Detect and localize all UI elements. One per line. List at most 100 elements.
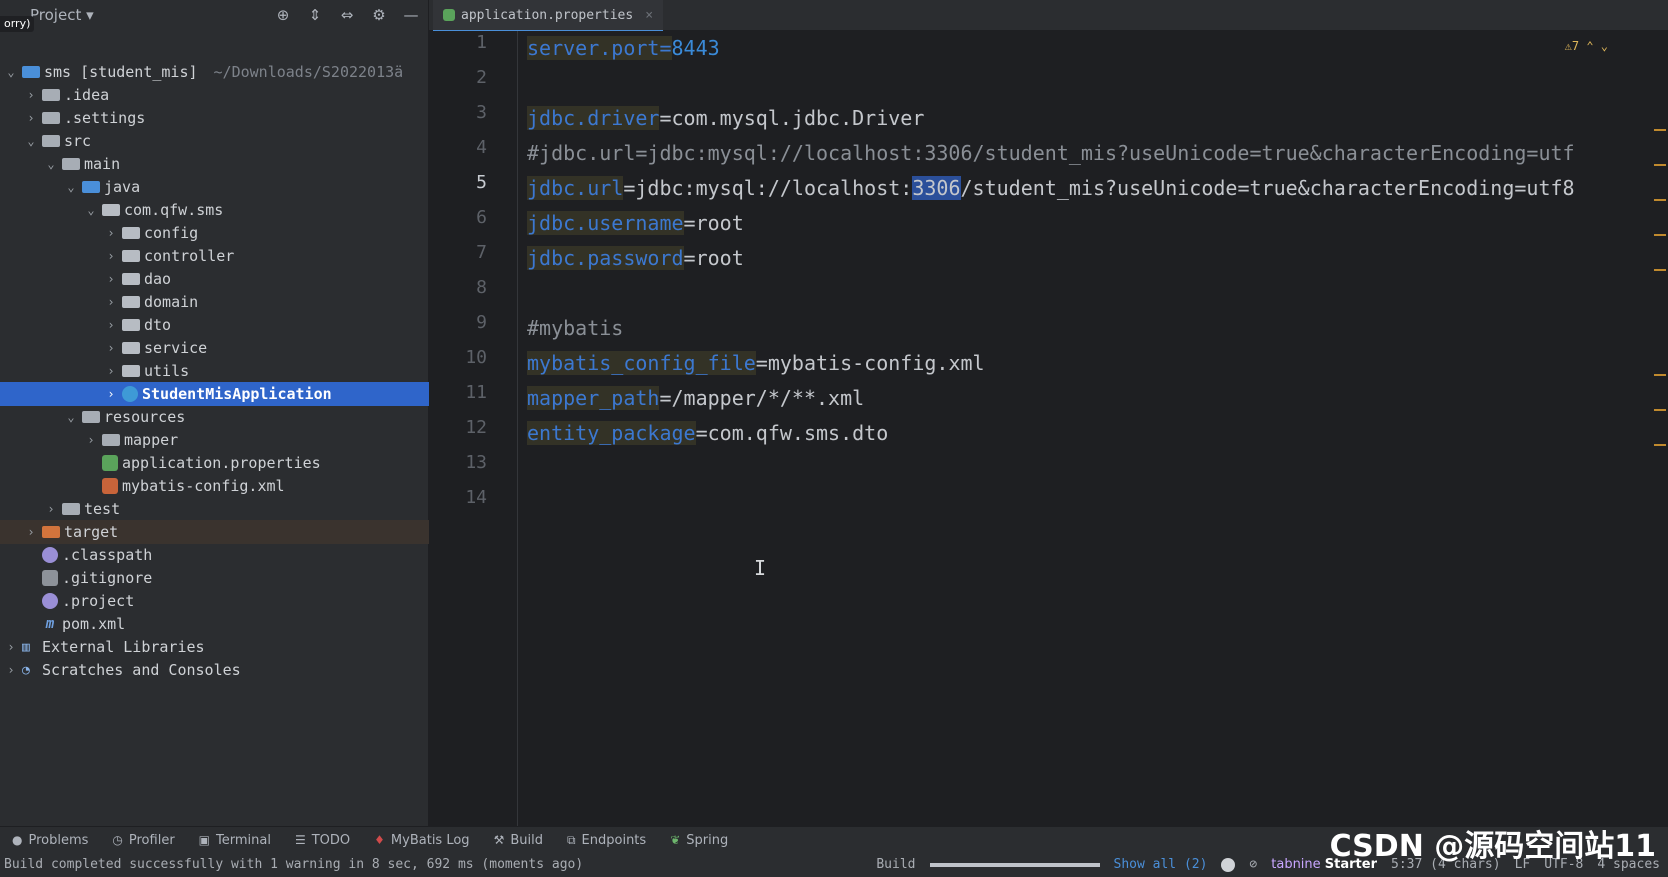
code-comment: #mybatis bbox=[527, 316, 624, 340]
chevron-right-icon[interactable]: › bbox=[24, 111, 38, 125]
tree-item-label: .gitignore bbox=[62, 569, 153, 587]
code-editor[interactable]: 1 2 3 4 5 6 7 8 9 10 11 12 13 14 server.… bbox=[429, 31, 1668, 826]
tree-item-label: dto bbox=[144, 316, 172, 334]
folder-icon bbox=[62, 503, 80, 515]
chevron-right-icon[interactable]: › bbox=[4, 663, 18, 677]
status-dot-icon[interactable] bbox=[1221, 857, 1236, 872]
line-number: 10 bbox=[465, 347, 487, 368]
terminal-icon: ▣ bbox=[198, 833, 211, 847]
locate-icon[interactable]: ⊕ bbox=[274, 6, 292, 24]
gear-icon[interactable]: ⚙ bbox=[370, 6, 388, 24]
property-eq: = bbox=[659, 386, 672, 410]
chevron-down-icon[interactable]: ⌄ bbox=[24, 134, 38, 148]
warning-mark[interactable] bbox=[1654, 164, 1666, 166]
tree-item-pom[interactable]: m pom.xml bbox=[0, 612, 466, 636]
property-value: com.mysql.jdbc.Driver bbox=[671, 106, 925, 130]
properties-file-icon bbox=[443, 9, 455, 21]
tree-item-settings[interactable]: › .settings bbox=[0, 106, 452, 130]
tree-item-resources[interactable]: ⌄ resources bbox=[0, 405, 492, 429]
tree-item-classpath[interactable]: .classpath bbox=[0, 543, 466, 567]
line-number: 1 bbox=[476, 32, 487, 53]
chevron-down-icon[interactable]: ⌄ bbox=[84, 203, 98, 217]
minimize-icon[interactable]: — bbox=[402, 6, 420, 24]
tree-item-label: java bbox=[104, 178, 141, 196]
tree-item-test[interactable]: › test bbox=[0, 497, 472, 521]
tree-item-gitignore[interactable]: .gitignore bbox=[0, 566, 466, 590]
chevron-right-icon[interactable]: › bbox=[44, 502, 58, 516]
tree-item-label: .classpath bbox=[62, 546, 153, 564]
warning-mark[interactable] bbox=[1654, 269, 1666, 271]
chevron-right-icon[interactable]: › bbox=[24, 525, 38, 539]
code-line: jdbc.driver=com.mysql.jdbc.Driver bbox=[527, 101, 924, 135]
eclipse-file-icon bbox=[42, 547, 58, 563]
expand-all-icon[interactable]: ⇕ bbox=[306, 6, 324, 24]
chevron-right-icon[interactable]: › bbox=[104, 387, 118, 401]
tool-terminal[interactable]: ▣ Terminal bbox=[199, 833, 271, 848]
tree-item-label: dao bbox=[144, 270, 172, 288]
tree-item-label: resources bbox=[104, 408, 186, 426]
line-number: 6 bbox=[476, 207, 487, 228]
tree-item-external-libraries[interactable]: › ▥ External Libraries bbox=[0, 635, 432, 659]
chevron-down-icon[interactable]: ⌄ bbox=[4, 65, 18, 79]
chevron-right-icon[interactable]: › bbox=[84, 433, 98, 447]
property-key: jdbc.username bbox=[527, 211, 684, 235]
chevron-right-icon[interactable]: › bbox=[24, 88, 38, 102]
warning-indicator[interactable]: ⚠7 ⌃ ⌄ bbox=[1565, 39, 1608, 53]
tree-item-project[interactable]: .project bbox=[0, 589, 466, 613]
warning-mark[interactable] bbox=[1654, 374, 1666, 376]
warning-mark[interactable] bbox=[1654, 409, 1666, 411]
line-number: 5 bbox=[476, 172, 487, 193]
tool-endpoints[interactable]: ⧉ Endpoints bbox=[567, 833, 646, 848]
tree-item-label: StudentMisApplication bbox=[142, 385, 332, 403]
collapse-all-icon[interactable]: ⇔ bbox=[338, 6, 356, 24]
code-area[interactable]: server.port=8443 jdbc.driver=com.mysql.j… bbox=[527, 31, 1668, 826]
tool-spring[interactable]: ❦ Spring bbox=[670, 833, 728, 848]
project-panel: orry) Project ▾ ⊕ ⇕ ⇔ ⚙ — ⌄ sms [student… bbox=[0, 0, 532, 826]
code-line: jdbc.url=jdbc:mysql://localhost:3306/stu… bbox=[527, 171, 1575, 205]
tab-application-properties[interactable]: application.properties × bbox=[433, 0, 664, 32]
tool-profiler[interactable]: ◷ Profiler bbox=[112, 833, 174, 848]
build-progress-fill bbox=[929, 862, 1100, 867]
chevron-right-icon[interactable]: › bbox=[104, 318, 118, 332]
xml-file-icon bbox=[102, 478, 118, 494]
tree-item-src[interactable]: ⌄ src bbox=[0, 129, 452, 153]
tree-item-target[interactable]: › target bbox=[0, 520, 452, 544]
line-number: 2 bbox=[476, 67, 487, 88]
chevron-right-icon[interactable]: › bbox=[104, 272, 118, 286]
show-all-link[interactable]: Show all (2) bbox=[1114, 857, 1208, 872]
tree-item-scratches[interactable]: › ◔ Scratches and Consoles bbox=[0, 658, 432, 682]
chevron-down-icon[interactable]: ⌄ bbox=[64, 410, 78, 424]
tree-item-sms[interactable]: ⌄ sms [student_mis] ~/Downloads/S2022013… bbox=[0, 60, 432, 84]
project-view-selector[interactable]: Project ▾ bbox=[30, 6, 94, 24]
chevron-down-icon[interactable]: ⌄ bbox=[64, 180, 78, 194]
chevron-right-icon[interactable]: › bbox=[104, 364, 118, 378]
warning-count: ⚠7 bbox=[1564, 39, 1580, 53]
close-icon[interactable]: × bbox=[645, 8, 653, 23]
chevron-right-icon[interactable]: › bbox=[104, 341, 118, 355]
folder-icon bbox=[102, 434, 120, 446]
tool-todo[interactable]: ☰ TODO bbox=[295, 833, 350, 848]
tree-item-java[interactable]: ⌄ java bbox=[0, 175, 492, 199]
error-stripe[interactable] bbox=[1654, 31, 1668, 826]
tool-problems[interactable]: ● Problems bbox=[12, 833, 88, 848]
no-inspect-icon[interactable]: ⊘ bbox=[1249, 857, 1257, 872]
code-line: jdbc.password=root bbox=[527, 241, 744, 275]
property-key: jdbc.password bbox=[527, 246, 684, 270]
warning-mark[interactable] bbox=[1654, 234, 1666, 236]
status-message[interactable]: Build completed successfully with 1 warn… bbox=[4, 857, 583, 872]
chevron-down-icon[interactable]: ⌄ bbox=[44, 157, 58, 171]
chevron-right-icon[interactable]: › bbox=[104, 249, 118, 263]
chevron-right-icon[interactable]: › bbox=[104, 226, 118, 240]
chevron-right-icon[interactable]: › bbox=[4, 640, 18, 654]
warning-mark[interactable] bbox=[1654, 129, 1666, 131]
tree-item-label: External Libraries bbox=[42, 638, 205, 656]
tool-mybatis-log[interactable]: ♦ MyBatis Log bbox=[374, 833, 469, 848]
tool-label: Build bbox=[510, 832, 543, 848]
tree-item-idea[interactable]: › .idea bbox=[0, 83, 452, 107]
chevron-right-icon[interactable]: › bbox=[104, 295, 118, 309]
tree-item-main[interactable]: ⌄ main bbox=[0, 152, 472, 176]
warning-mark[interactable] bbox=[1654, 199, 1666, 201]
warning-mark[interactable] bbox=[1654, 444, 1666, 446]
spring-class-icon bbox=[122, 386, 138, 402]
tool-build[interactable]: ⚒ Build bbox=[494, 833, 543, 848]
